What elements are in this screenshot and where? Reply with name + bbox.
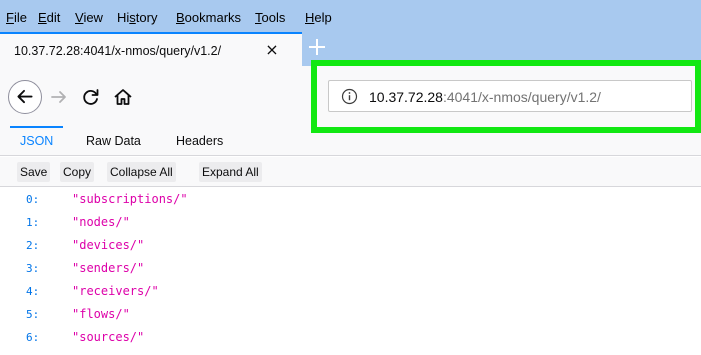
menu-bar: File Edit View History Bookmarks Tools H…	[0, 0, 701, 32]
info-icon[interactable]	[341, 88, 358, 105]
menu-tools[interactable]: Tools	[255, 10, 285, 26]
json-row[interactable]: 5: "flows/"	[0, 304, 701, 327]
collapse-all-button[interactable]: Collapse All	[107, 162, 176, 182]
tab-raw-data[interactable]: Raw Data	[86, 126, 141, 156]
home-icon[interactable]	[112, 86, 134, 108]
json-value: "nodes/"	[72, 215, 130, 229]
json-row[interactable]: 4: "receivers/"	[0, 281, 701, 304]
url-text[interactable]: 10.37.72.28:4041/x-nmos/query/v1.2/	[369, 88, 601, 106]
tab-title: 10.37.72.28:4041/x-nmos/query/v1.2/	[14, 44, 222, 58]
url-host: 10.37.72.28	[369, 89, 443, 105]
json-row[interactable]: 6: "sources/"	[0, 327, 701, 350]
json-row[interactable]: 3: "senders/"	[0, 258, 701, 281]
close-tab-icon[interactable]: ×	[262, 40, 282, 60]
json-value: "sources/"	[72, 330, 145, 344]
tab-strip: 10.37.72.28:4041/x-nmos/query/v1.2/ ×	[0, 32, 701, 66]
json-key: 5:	[26, 308, 40, 321]
forward-arrow-icon[interactable]	[48, 86, 70, 108]
tab-json[interactable]: JSON	[9, 126, 64, 156]
menu-history[interactable]: History	[117, 10, 157, 26]
back-button[interactable]	[8, 80, 42, 114]
save-button[interactable]: Save	[17, 162, 51, 182]
json-key: 2:	[26, 239, 40, 252]
navigation-bar: 10.37.72.28:4041/x-nmos/query/v1.2/	[0, 66, 701, 126]
expand-all-button[interactable]: Expand All	[199, 162, 262, 182]
url-bar[interactable]: 10.37.72.28:4041/x-nmos/query/v1.2/	[328, 80, 692, 112]
json-tree: 0: "subscriptions/" 1: "nodes/" 2: "devices…	[0, 189, 701, 350]
json-key: 1:	[26, 216, 40, 229]
json-key: 6:	[26, 331, 40, 344]
json-toolbar: Save Copy Collapse All Expand All	[0, 157, 701, 187]
reload-icon[interactable]	[80, 86, 102, 108]
browser-tab[interactable]: 10.37.72.28:4041/x-nmos/query/v1.2/ ×	[0, 32, 302, 66]
json-row[interactable]: 1: "nodes/"	[0, 212, 701, 235]
json-viewer-tabs: JSON Raw Data Headers	[0, 126, 701, 156]
json-value: "subscriptions/"	[72, 192, 188, 206]
json-key: 0:	[26, 193, 40, 206]
json-value: "receivers/"	[72, 284, 159, 298]
back-arrow-icon	[17, 89, 33, 104]
menu-file[interactable]: File	[6, 10, 27, 26]
browser-window: File Edit View History Bookmarks Tools H…	[0, 0, 701, 355]
json-value: "devices/"	[72, 238, 145, 252]
json-key: 4:	[26, 285, 40, 298]
json-row[interactable]: 0: "subscriptions/"	[0, 189, 701, 212]
menu-bookmarks[interactable]: Bookmarks	[176, 10, 241, 26]
json-row[interactable]: 2: "devices/"	[0, 235, 701, 258]
json-value: "senders/"	[72, 261, 145, 275]
menu-help[interactable]: Help	[305, 10, 332, 26]
copy-button[interactable]: Copy	[60, 162, 95, 182]
new-tab-plus-icon[interactable]	[305, 35, 329, 59]
json-key: 3:	[26, 262, 40, 275]
tab-headers[interactable]: Headers	[176, 126, 223, 156]
json-value: "flows/"	[72, 307, 130, 321]
url-path: :4041/x-nmos/query/v1.2/	[442, 89, 601, 105]
menu-view[interactable]: View	[75, 10, 103, 26]
menu-edit[interactable]: Edit	[38, 10, 60, 26]
